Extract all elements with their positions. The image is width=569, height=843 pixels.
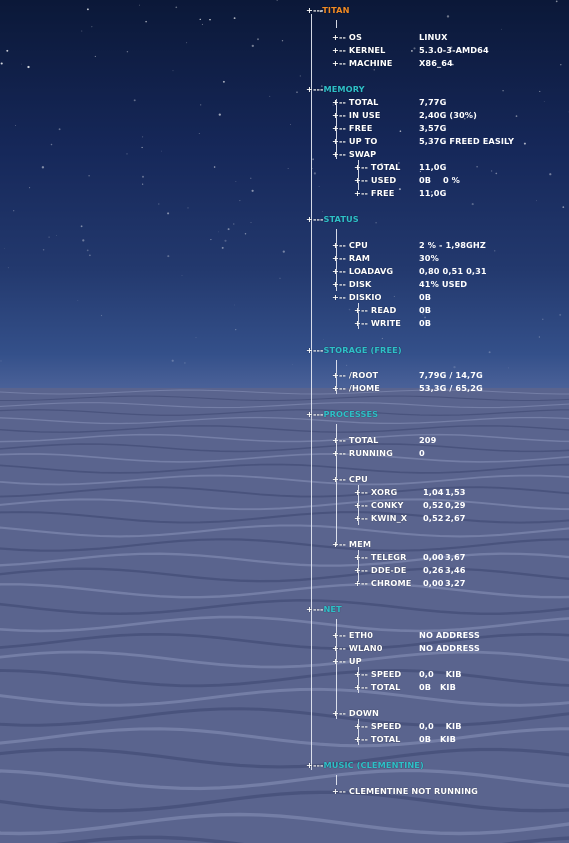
mem-proc-row: +-- TELEGR bbox=[354, 552, 407, 562]
section-header-memory: +---MEMORY bbox=[306, 84, 365, 94]
status-cpu-value: 2 % - 1,98GHZ bbox=[419, 240, 486, 250]
cpu-proc-v1: 0,52 bbox=[423, 500, 444, 510]
status-ram-label: +-- RAM bbox=[332, 253, 371, 263]
mem-proc-v1: 0,00 bbox=[423, 578, 444, 588]
tree-rail bbox=[336, 20, 337, 28]
memory-total-value: 7,77G bbox=[419, 97, 447, 107]
memory-total-label: +-- TOTAL bbox=[332, 97, 379, 107]
net-up-speed-value: 0,0 KIB bbox=[419, 669, 462, 679]
swap-used-label: +-- USED bbox=[354, 175, 397, 185]
net-eth0-value: NO ADDRESS bbox=[419, 630, 480, 640]
memory-inuse-label: +-- IN USE bbox=[332, 110, 381, 120]
titan-os-value: LINUX bbox=[419, 32, 448, 42]
section-header-status: +---STATUS bbox=[306, 214, 359, 224]
titan-kernel-label: +-- KERNEL bbox=[332, 45, 386, 55]
cpu-proc-v2: 0,29 bbox=[445, 500, 466, 510]
music-status-text: +-- CLEMENTINE NOT RUNNING bbox=[332, 786, 478, 796]
memory-inuse-value: 2,40G (30%) bbox=[419, 110, 477, 120]
mem-proc-v2: 3,46 bbox=[445, 565, 466, 575]
mem-proc-v2: 3,67 bbox=[445, 552, 466, 562]
cpu-proc-v2: 2,67 bbox=[445, 513, 466, 523]
memory-upto-label: +-- UP TO bbox=[332, 136, 378, 146]
diskio-write-value: 0B bbox=[419, 318, 432, 328]
storage-root-value: 7,79G / 14,7G bbox=[419, 370, 483, 380]
memory-swap-label: +-- SWAP bbox=[332, 149, 377, 159]
status-disk-label: +-- DISK bbox=[332, 279, 372, 289]
swap-free-value: 11,0G bbox=[419, 188, 447, 198]
net-wlan0-label: +-- WLAN0 bbox=[332, 643, 383, 653]
tree-rail-main bbox=[311, 14, 312, 770]
processes-total-value: 209 bbox=[419, 435, 437, 445]
section-header-music: +---MUSIC (CLEMENTINE) bbox=[306, 760, 424, 770]
titan-machine-label: +-- MACHINE bbox=[332, 58, 393, 68]
net-eth0-label: +-- ETH0 bbox=[332, 630, 374, 640]
cpu-proc-v2: 1,53 bbox=[445, 487, 466, 497]
titan-kernel-value: 5.3.0-3-AMD64 bbox=[419, 45, 489, 55]
status-cpu-label: +-- CPU bbox=[332, 240, 368, 250]
processes-mem-label: +-- MEM bbox=[332, 539, 372, 549]
cpu-proc-row: +-- XORG bbox=[354, 487, 398, 497]
section-header-storage: +---STORAGE (FREE) bbox=[306, 345, 402, 355]
section-header-titan: +---TITAN bbox=[306, 5, 350, 15]
storage-home-label: +-- /HOME bbox=[332, 383, 380, 393]
memory-free-label: +-- FREE bbox=[332, 123, 373, 133]
mem-proc-v2: 3,27 bbox=[445, 578, 466, 588]
swap-used-value: 0B 0 % bbox=[419, 175, 460, 185]
conky-system-monitor: +---TITAN +-- OS LINUX +-- KERNEL 5.3.0-… bbox=[0, 0, 569, 843]
net-up-speed-label: +-- SPEED bbox=[354, 669, 402, 679]
net-down-total-value: 0B KIB bbox=[419, 734, 456, 744]
diskio-write-label: +-- WRITE bbox=[354, 318, 401, 328]
section-header-processes: +---PROCESSES bbox=[306, 409, 379, 419]
mem-proc-v1: 0,00 bbox=[423, 552, 444, 562]
net-down-label: +-- DOWN bbox=[332, 708, 379, 718]
cpu-proc-row: +-- KWIN_X bbox=[354, 513, 408, 523]
mem-proc-v1: 0,26 bbox=[423, 565, 444, 575]
processes-total-label: +-- TOTAL bbox=[332, 435, 379, 445]
net-down-total-label: +-- TOTAL bbox=[354, 734, 401, 744]
titan-os-label: +-- OS bbox=[332, 32, 362, 42]
status-loadavg-label: +-- LOADAVG bbox=[332, 266, 394, 276]
status-diskio-value: 0B bbox=[419, 292, 432, 302]
cpu-proc-v1: 0,52 bbox=[423, 513, 444, 523]
cpu-proc-row: +-- CONKY bbox=[354, 500, 404, 510]
processes-cpu-label: +-- CPU bbox=[332, 474, 368, 484]
net-up-total-label: +-- TOTAL bbox=[354, 682, 401, 692]
section-header-net: +---NET bbox=[306, 604, 342, 614]
storage-home-value: 53,3G / 65,2G bbox=[419, 383, 483, 393]
net-wlan0-value: NO ADDRESS bbox=[419, 643, 480, 653]
cpu-proc-v1: 1,04 bbox=[423, 487, 444, 497]
status-ram-value: 30% bbox=[419, 253, 439, 263]
swap-total-label: +-- TOTAL bbox=[354, 162, 401, 172]
diskio-read-label: +-- READ bbox=[354, 305, 397, 315]
swap-total-value: 11,0G bbox=[419, 162, 447, 172]
status-loadavg-value: 0,80 0,51 0,31 bbox=[419, 266, 487, 276]
processes-running-label: +-- RUNNING bbox=[332, 448, 393, 458]
net-up-total-value: 0B KIB bbox=[419, 682, 456, 692]
tree-rail bbox=[336, 775, 337, 785]
mem-proc-row: +-- DDE-DE bbox=[354, 565, 407, 575]
storage-root-label: +-- /ROOT bbox=[332, 370, 379, 380]
status-disk-value: 41% USED bbox=[419, 279, 468, 289]
diskio-read-value: 0B bbox=[419, 305, 432, 315]
status-diskio-label: +-- DISKIO bbox=[332, 292, 382, 302]
titan-machine-value: X86_64 bbox=[419, 58, 453, 68]
mem-proc-row: +-- CHROME bbox=[354, 578, 412, 588]
processes-running-value: 0 bbox=[419, 448, 425, 458]
net-down-speed-label: +-- SPEED bbox=[354, 721, 402, 731]
memory-free-value: 3,57G bbox=[419, 123, 447, 133]
swap-free-label: +-- FREE bbox=[354, 188, 395, 198]
memory-upto-value: 5,37G FREED EASILY bbox=[419, 136, 515, 146]
net-down-speed-value: 0,0 KIB bbox=[419, 721, 462, 731]
